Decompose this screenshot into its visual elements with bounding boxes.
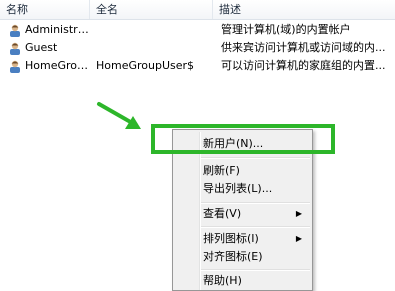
menu-separator xyxy=(201,226,310,228)
menu-item-refresh[interactable]: 刷新(F) xyxy=(203,162,240,180)
menu-item-align-icons[interactable]: 对齐图标(E) xyxy=(203,248,263,266)
menu-separator xyxy=(201,269,310,271)
menu-separator xyxy=(201,202,310,204)
highlight-box xyxy=(151,124,335,154)
menu-item-help[interactable]: 帮助(H) xyxy=(203,272,242,290)
menu-item-view[interactable]: 查看(V) xyxy=(203,205,303,223)
user-description: 供来宾访问计算机或访问域的内... xyxy=(221,41,386,54)
column-header-description[interactable]: 描述 xyxy=(213,0,395,19)
user-description: 可以访问计算机的家庭组的内置... xyxy=(221,59,386,72)
menu-item-view-label: 查看(V) xyxy=(203,207,242,220)
menu-item-arrange-icons-label: 排列图标(I) xyxy=(203,232,259,245)
submenu-arrow-icon: ▶ xyxy=(295,234,302,243)
green-arrow-icon xyxy=(97,102,141,129)
column-header-full-name[interactable]: 全名 xyxy=(90,0,213,19)
user-description: 管理计算机(域)的内置帐户 xyxy=(221,23,351,36)
user-name: HomeGrou... xyxy=(25,59,90,72)
user-icon xyxy=(10,60,20,73)
user-name: Administrat... xyxy=(25,23,90,36)
user-name: Guest xyxy=(25,41,58,54)
user-full-name: HomeGroupUser$ xyxy=(96,59,195,72)
menu-item-arrange-icons[interactable]: 排列图标(I) xyxy=(203,230,303,248)
user-row-guest[interactable]: Guest 供来宾访问计算机或访问域的内... xyxy=(0,39,395,57)
submenu-arrow-icon: ▶ xyxy=(295,209,302,218)
menu-item-export-list[interactable]: 导出列表(L)... xyxy=(203,180,272,198)
user-row-homegroup[interactable]: HomeGrou... HomeGroupUser$ 可以访问计算机的家庭组的内… xyxy=(0,57,395,75)
column-header-name[interactable]: 名称 xyxy=(0,0,90,19)
list-header: 名称 全名 描述 xyxy=(0,0,395,20)
user-icon xyxy=(10,42,20,55)
user-row-administrator[interactable]: Administrat... 管理计算机(域)的内置帐户 xyxy=(0,21,395,39)
user-icon xyxy=(10,24,20,37)
menu-separator xyxy=(201,157,310,159)
menu-gutter xyxy=(199,132,201,290)
